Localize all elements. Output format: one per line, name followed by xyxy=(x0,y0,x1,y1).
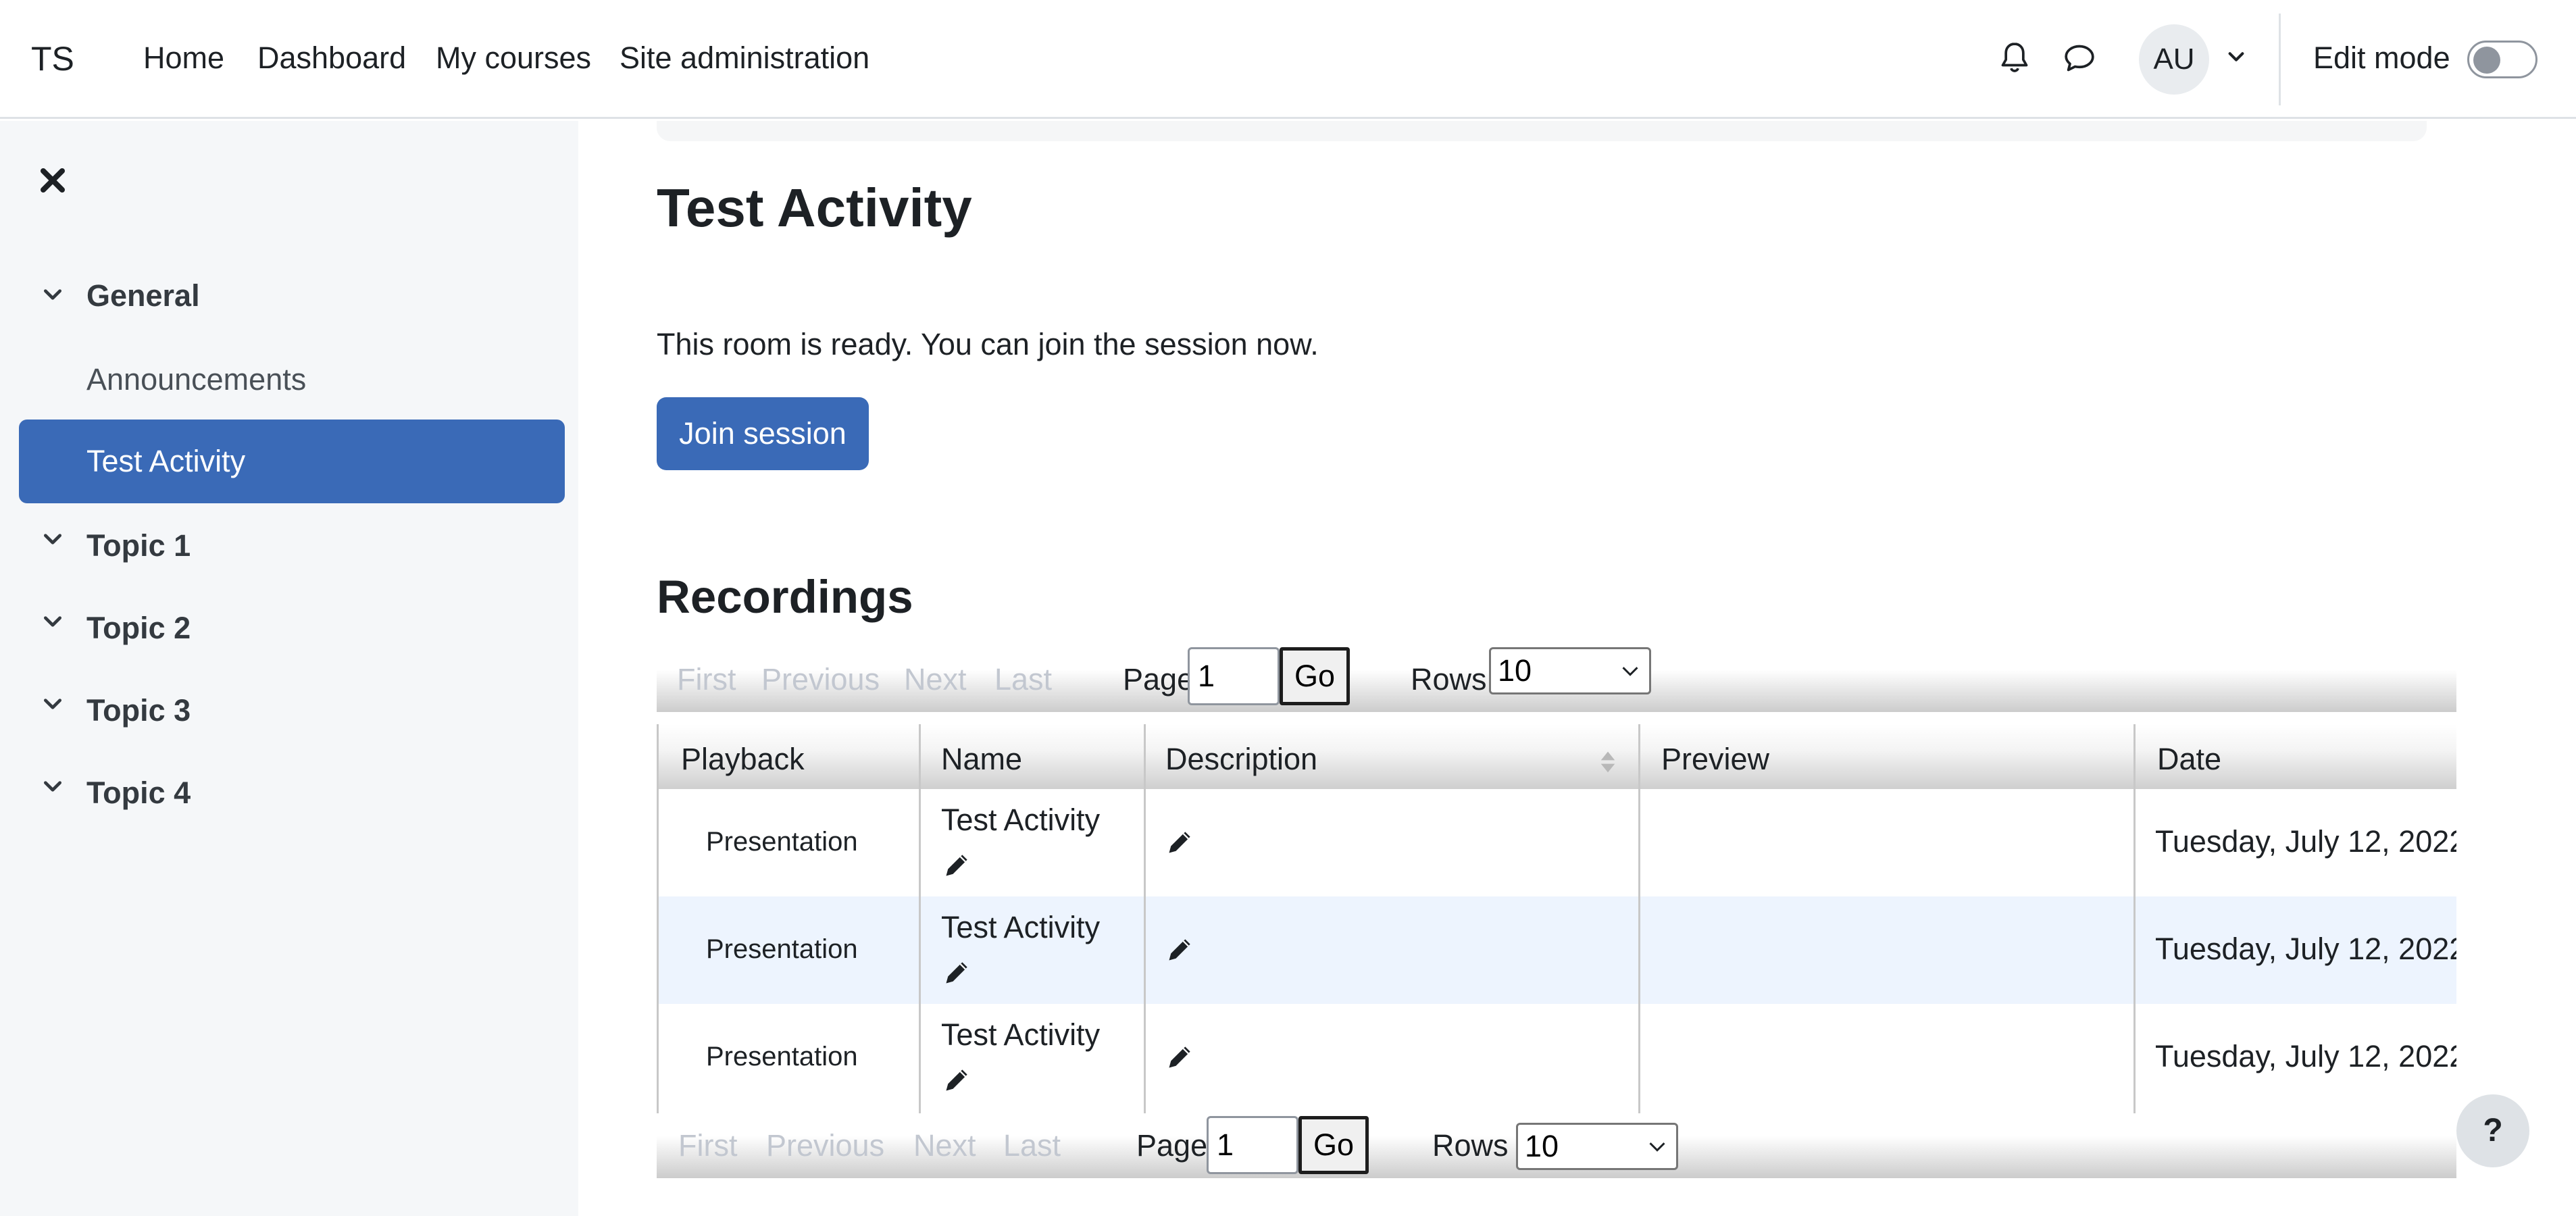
section-title-topic-4[interactable]: Topic 4 xyxy=(86,776,191,811)
sort-icon[interactable] xyxy=(1599,750,1617,774)
recording-date: Tuesday, July 12, 2022 xyxy=(2155,1039,2456,1073)
pager-top: First Previous Next Last Page Go Rows 10 xyxy=(657,647,2456,712)
column-header-preview[interactable]: Preview xyxy=(1661,742,1769,777)
bell-icon[interactable] xyxy=(1996,39,2034,77)
table-row: Presentation Test Activity Tuesday, July… xyxy=(659,896,2456,1004)
sidebar-item-label: Test Activity xyxy=(86,444,246,478)
room-status-text: This room is ready. You can join the ses… xyxy=(657,327,1319,361)
pencil-icon[interactable] xyxy=(1165,1042,1195,1071)
recordings-heading: Recordings xyxy=(657,571,913,623)
page-label: Page xyxy=(1123,662,1194,696)
column-divider xyxy=(1638,724,1640,1113)
join-session-button[interactable]: Join session xyxy=(657,397,869,470)
recording-name: Test Activity xyxy=(941,910,1101,944)
chevron-down-icon[interactable] xyxy=(42,284,64,305)
help-button[interactable]: ? xyxy=(2456,1094,2529,1167)
pager-last[interactable]: Last xyxy=(1003,1128,1061,1163)
chevron-down-icon[interactable] xyxy=(2227,47,2246,66)
nav-link-my-courses[interactable]: My courses xyxy=(436,41,591,76)
recording-date: Tuesday, July 12, 2022 xyxy=(2155,824,2456,859)
pager-next[interactable]: Next xyxy=(904,662,967,697)
nav-link-site-administration[interactable]: Site administration xyxy=(620,41,869,76)
recordings-table: Playback Name Description Preview Date P… xyxy=(657,724,2456,1113)
column-divider xyxy=(919,724,921,1113)
section-title-topic-2[interactable]: Topic 2 xyxy=(86,611,191,646)
chevron-down-icon xyxy=(1622,667,1638,676)
page-number-input[interactable] xyxy=(1188,647,1280,705)
rows-select[interactable]: 10 xyxy=(1489,647,1651,694)
close-icon[interactable] xyxy=(36,164,69,197)
chevron-down-icon[interactable] xyxy=(42,611,64,632)
page-number-input[interactable] xyxy=(1207,1116,1298,1174)
column-header-playback[interactable]: Playback xyxy=(681,742,805,777)
playback-link[interactable]: Presentation xyxy=(706,827,858,857)
page-title: Test Activity xyxy=(657,178,972,238)
pager-next[interactable]: Next xyxy=(913,1128,976,1163)
user-avatar[interactable]: AU xyxy=(2139,24,2209,95)
chevron-down-icon xyxy=(1649,1142,1665,1152)
go-button[interactable]: Go xyxy=(1298,1116,1369,1174)
recording-name: Test Activity xyxy=(941,1017,1101,1052)
pager-last[interactable]: Last xyxy=(994,662,1052,697)
page-label: Page xyxy=(1136,1128,1208,1163)
go-button[interactable]: Go xyxy=(1280,647,1350,705)
pager-previous[interactable]: Previous xyxy=(766,1128,884,1163)
rows-select-value: 10 xyxy=(1525,1129,1559,1163)
rows-select[interactable]: 10 xyxy=(1516,1123,1678,1170)
chevron-down-icon[interactable] xyxy=(42,776,64,797)
table-row: Presentation Test Activity Tuesday, July… xyxy=(659,1004,2456,1111)
chat-icon[interactable] xyxy=(2061,39,2098,77)
playback-link[interactable]: Presentation xyxy=(706,1042,858,1072)
chevron-down-icon[interactable] xyxy=(42,528,64,550)
table-row: Presentation Test Activity Tuesday, July… xyxy=(659,789,2456,896)
column-header-description[interactable]: Description xyxy=(1165,742,1317,777)
rows-label: Rows xyxy=(1411,662,1487,696)
pencil-icon[interactable] xyxy=(1165,934,1195,964)
column-divider xyxy=(2133,724,2136,1113)
column-divider xyxy=(1144,724,1146,1113)
recording-name: Test Activity xyxy=(941,803,1101,837)
rows-select-value: 10 xyxy=(1498,653,1532,688)
question-icon: ? xyxy=(2483,1113,2503,1148)
rows-label: Rows xyxy=(1432,1128,1509,1163)
edit-mode-label: Edit mode xyxy=(2313,41,2450,75)
sidebar-item-test-activity[interactable]: Test Activity xyxy=(19,420,565,503)
recording-date: Tuesday, July 12, 2022 xyxy=(2155,932,2456,966)
site-brand[interactable]: TS xyxy=(31,39,74,78)
secondary-nav-strip xyxy=(657,121,2427,141)
playback-link[interactable]: Presentation xyxy=(706,934,858,965)
section-title-topic-3[interactable]: Topic 3 xyxy=(86,693,191,728)
section-title-general[interactable]: General xyxy=(86,278,200,313)
edit-mode-toggle[interactable] xyxy=(2467,41,2537,78)
pager-first[interactable]: First xyxy=(677,662,736,697)
column-header-name[interactable]: Name xyxy=(941,742,1022,777)
pencil-icon[interactable] xyxy=(1165,827,1195,857)
nav-link-home[interactable]: Home xyxy=(143,41,224,76)
pager-first[interactable]: First xyxy=(678,1128,737,1163)
pencil-icon[interactable] xyxy=(942,957,972,987)
pencil-icon[interactable] xyxy=(942,1065,972,1094)
toggle-knob xyxy=(2473,47,2500,74)
pager-bottom: First Previous Next Last Page Go Rows 10 xyxy=(657,1113,2456,1178)
table-header: Playback Name Description Preview Date xyxy=(659,724,2456,789)
chevron-down-icon[interactable] xyxy=(42,693,64,715)
section-title-topic-1[interactable]: Topic 1 xyxy=(86,528,191,563)
top-navbar: TS Home Dashboard My courses Site admini… xyxy=(0,0,2576,119)
pager-previous[interactable]: Previous xyxy=(761,662,880,697)
pencil-icon[interactable] xyxy=(942,850,972,880)
sidebar-item-announcements[interactable]: Announcements xyxy=(86,362,306,397)
column-header-date[interactable]: Date xyxy=(2157,742,2221,777)
nav-link-dashboard[interactable]: Dashboard xyxy=(257,41,406,76)
navbar-divider xyxy=(2279,14,2281,105)
